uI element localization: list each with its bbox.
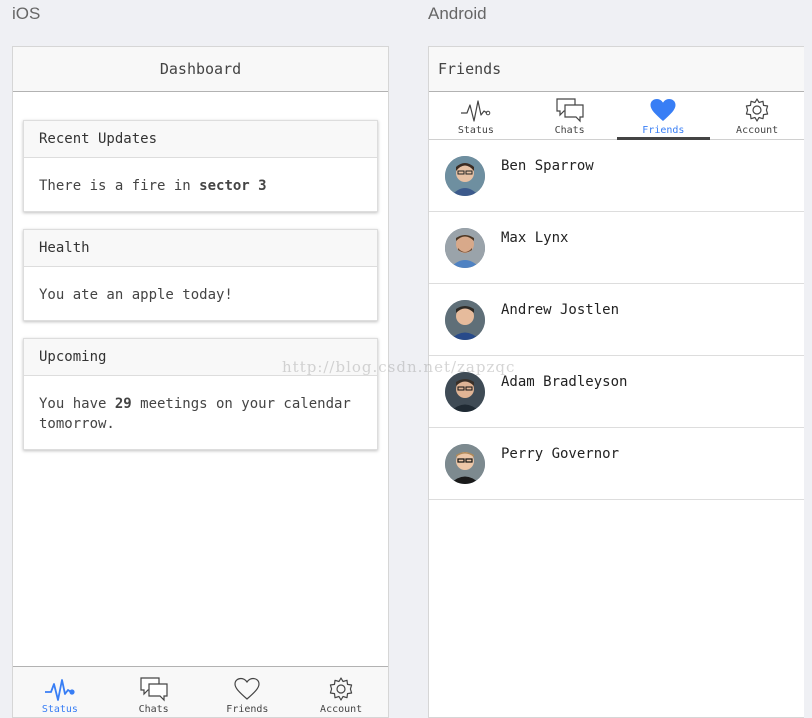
avatar: [445, 156, 485, 196]
health-card: Health You ate an apple today!: [23, 229, 378, 321]
tab-status[interactable]: Status: [429, 92, 523, 139]
android-tab-bar: Status Chats Friends Account: [429, 91, 804, 140]
friend-name: Adam Bradleyson: [501, 374, 628, 390]
pulse-icon: [44, 679, 75, 701]
tab-label: Account: [736, 125, 779, 136]
ios-phone-screen: Dashboard Recent Updates There is a fire…: [12, 46, 389, 718]
card-text: You ate an apple today!: [39, 287, 233, 303]
heart-outline-icon: [234, 677, 260, 700]
tab-status[interactable]: Status: [13, 667, 107, 717]
page-title: Dashboard: [159, 60, 242, 78]
ios-tab-bar: Status Chats Friends Account: [13, 666, 388, 717]
tab-friends[interactable]: Friends: [616, 92, 711, 140]
tab-chats[interactable]: Chats: [523, 92, 617, 139]
card-bold-text: sector 3: [199, 178, 267, 194]
ios-nav-bar: Dashboard: [13, 47, 388, 92]
tab-label: Friends: [226, 704, 269, 715]
tab-account[interactable]: Account: [294, 667, 388, 717]
list-item[interactable]: Andrew Jostlen: [429, 284, 804, 356]
tab-label: Friends: [642, 125, 685, 136]
upcoming-card: Upcoming You have 29 meetings on your ca…: [23, 338, 378, 450]
avatar: [445, 444, 485, 484]
card-body: You ate an apple today!: [24, 267, 377, 320]
android-platform-label: Android: [428, 4, 487, 23]
friend-name: Max Lynx: [501, 230, 569, 246]
gear-icon: [745, 98, 769, 122]
card-header: Health: [24, 230, 377, 267]
friend-name: Ben Sparrow: [501, 158, 594, 174]
list-item[interactable]: Ben Sparrow: [429, 140, 804, 212]
android-toolbar: Friends: [429, 47, 804, 91]
gear-icon: [329, 677, 353, 701]
list-item[interactable]: Perry Governor: [429, 428, 804, 500]
tab-label: Account: [320, 704, 363, 715]
friend-name: Andrew Jostlen: [501, 302, 620, 318]
chat-bubbles-icon: [556, 98, 584, 123]
ios-platform-label: iOS: [12, 4, 41, 23]
android-phone-screen: Friends Status Chats Friends Account Ben…: [428, 46, 804, 718]
card-bold-text: 29: [114, 396, 132, 412]
card-header: Recent Updates: [24, 121, 377, 158]
card-body: There is a fire in sector 3: [24, 158, 377, 211]
tab-label: Status: [41, 704, 78, 715]
tab-label: Chats: [554, 125, 585, 136]
page-title: Friends: [438, 60, 502, 78]
watermark: http://blog.csdn.net/zapzqc: [282, 358, 516, 376]
friend-name: Perry Governor: [501, 446, 620, 462]
heart-filled-icon: [650, 99, 676, 121]
tab-label: Chats: [138, 704, 169, 715]
list-item[interactable]: Max Lynx: [429, 212, 804, 284]
card-body: You have 29 meetings on your calendar to…: [24, 376, 377, 449]
card-text: There is a fire in: [39, 178, 200, 194]
avatar: [445, 372, 485, 412]
pulse-icon: [460, 100, 491, 122]
tab-label: Status: [457, 125, 494, 136]
tab-friends[interactable]: Friends: [201, 667, 295, 717]
tab-chats[interactable]: Chats: [107, 667, 201, 717]
recent-updates-card: Recent Updates There is a fire in sector…: [23, 120, 378, 212]
avatar: [445, 228, 485, 268]
avatar: [445, 300, 485, 340]
tab-account[interactable]: Account: [710, 92, 804, 139]
card-text: You have: [39, 396, 115, 412]
chat-bubbles-icon: [140, 677, 168, 702]
friends-list: Ben Sparrow Max Lynx Andrew Jostlen Adam…: [429, 140, 804, 500]
